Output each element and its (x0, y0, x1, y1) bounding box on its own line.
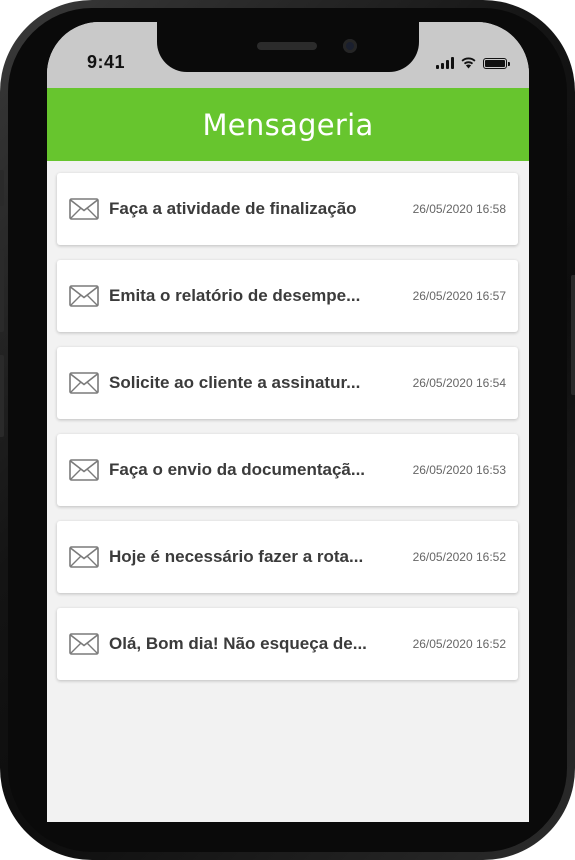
message-subject: Emita o relatório de desempe... (109, 286, 361, 305)
message-item[interactable]: Hoje é necessário fazer a rota... 26/05/… (57, 521, 518, 593)
wifi-icon (461, 57, 476, 69)
power-button (571, 275, 575, 395)
status-icons (436, 55, 510, 69)
status-time: 9:41 (87, 52, 126, 72)
message-item[interactable]: Solicite ao cliente a assinatur... 26/05… (57, 347, 518, 419)
notch (157, 22, 419, 72)
message-item[interactable]: Faça o envio da documentaçã... 26/05/202… (57, 434, 518, 506)
envelope-icon (69, 546, 99, 568)
speaker-grille (257, 42, 317, 50)
signal-icon (436, 57, 454, 69)
front-camera (343, 39, 357, 53)
message-subject: Hoje é necessário fazer a rota... (109, 547, 364, 566)
envelope-icon (69, 372, 99, 394)
envelope-icon (69, 633, 99, 655)
battery-icon (483, 58, 510, 69)
mute-switch (0, 170, 4, 206)
message-date: 26/05/2020 16:57 (412, 289, 506, 303)
message-date: 26/05/2020 16:53 (412, 463, 506, 477)
envelope-icon (69, 285, 99, 307)
volume-down-button (0, 355, 4, 437)
volume-up-button (0, 250, 4, 332)
app-header: Mensageria (47, 88, 529, 161)
message-date: 26/05/2020 16:52 (412, 637, 506, 651)
message-date: 26/05/2020 16:52 (412, 550, 506, 564)
message-date: 26/05/2020 16:58 (412, 202, 506, 216)
message-item[interactable]: Emita o relatório de desempe... 26/05/20… (57, 260, 518, 332)
message-item[interactable]: Olá, Bom dia! Não esqueça de... 26/05/20… (57, 608, 518, 680)
message-subject: Solicite ao cliente a assinatur... (109, 373, 361, 392)
message-item[interactable]: Faça a atividade de finalização 26/05/20… (57, 173, 518, 245)
envelope-icon (69, 459, 99, 481)
status-bar: 9:41 (47, 22, 529, 88)
phone-screen: 9:41 Mensageria Faça a atividade de fina… (47, 22, 529, 822)
envelope-icon (69, 198, 99, 220)
message-subject: Faça a atividade de finalização (109, 199, 357, 218)
message-subject: Faça o envio da documentaçã... (109, 460, 366, 479)
message-subject: Olá, Bom dia! Não esqueça de... (109, 634, 367, 653)
page-title: Mensageria (202, 107, 374, 142)
message-date: 26/05/2020 16:54 (412, 376, 506, 390)
message-list: Faça a atividade de finalização 26/05/20… (57, 173, 518, 695)
